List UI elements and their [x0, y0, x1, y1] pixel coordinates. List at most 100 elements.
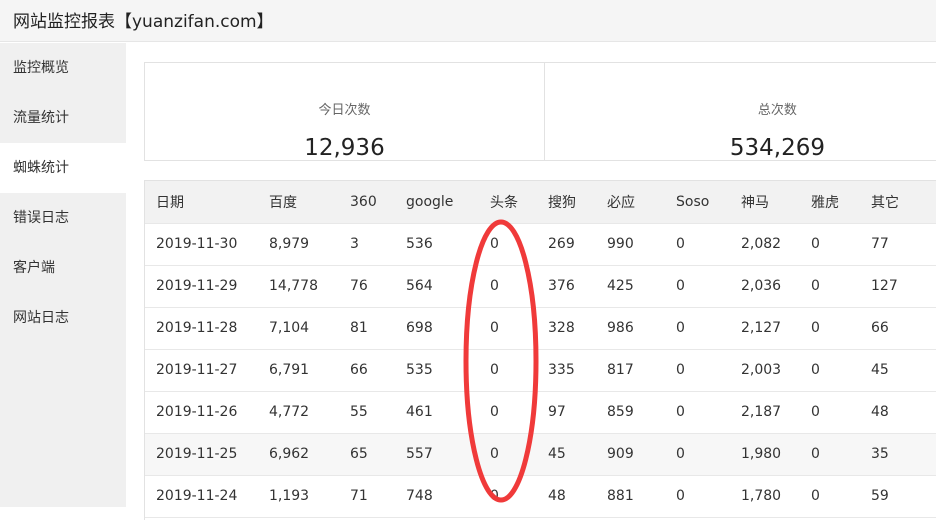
sidebar-item-site-log[interactable]: 网站日志: [0, 293, 126, 343]
table-cell: 0: [676, 391, 741, 434]
table-cell: 77: [871, 223, 936, 266]
stat-total: 总次数 534,269: [543, 63, 936, 161]
table-cell: 3: [350, 223, 406, 266]
table-cell: 461: [406, 391, 490, 434]
sidebar-item-overview[interactable]: 监控概览: [0, 43, 126, 93]
table-cell: 97: [548, 391, 607, 434]
page-title: 网站监控报表【yuanzifan.com】: [13, 12, 274, 32]
table-cell: 6,962: [269, 433, 350, 476]
table-cell: 45: [548, 433, 607, 476]
table-cell: 0: [490, 265, 548, 308]
table-cell: 48: [548, 475, 607, 518]
table-header-row: 日期 百度 360 google 头条 搜狗 必应 Soso 神马 雅虎 其它: [145, 181, 936, 224]
sidebar-item-spider[interactable]: 蜘蛛统计: [0, 143, 126, 193]
stat-today-value: 12,936: [304, 135, 385, 161]
table-cell: 0: [676, 223, 741, 266]
column-header-sogou: 搜狗: [548, 181, 607, 224]
table-cell: 76: [350, 265, 406, 308]
table-cell: 0: [490, 433, 548, 476]
stats-panel: 今日次数 12,936 总次数 534,269: [144, 62, 936, 161]
table-cell: 986: [607, 307, 676, 350]
table-cell: 0: [676, 433, 741, 476]
table-cell: 859: [607, 391, 676, 434]
table-cell: 335: [548, 349, 607, 392]
column-header-date: 日期: [145, 181, 269, 224]
table-cell: 127: [871, 265, 936, 308]
table-cell: 0: [676, 307, 741, 350]
stat-today-label: 今日次数: [318, 103, 371, 118]
sidebar-item-traffic[interactable]: 流量统计: [0, 93, 126, 143]
sidebar-item-label: 错误日志: [13, 210, 69, 226]
sidebar-item-label: 流量统计: [13, 110, 69, 126]
table-cell: 0: [490, 391, 548, 434]
table-row: 2019-11-29 14,778 76 564 0 376 425 0 2,0…: [145, 265, 936, 308]
page-header: 网站监控报表【yuanzifan.com】: [0, 0, 936, 42]
table-cell: 2,003: [741, 349, 811, 392]
table-cell: 2019-11-24: [145, 475, 269, 518]
stat-total-value: 534,269: [729, 135, 825, 161]
table-cell: 2019-11-28: [145, 307, 269, 350]
table-cell: 2019-11-26: [145, 391, 269, 434]
column-header-toutiao: 头条: [490, 181, 548, 224]
table-cell: 0: [811, 223, 871, 266]
table-cell: 45: [871, 349, 936, 392]
table-cell: 0: [676, 475, 741, 518]
table-cell: 535: [406, 349, 490, 392]
sidebar-item-client[interactable]: 客户端: [0, 243, 126, 293]
table-cell: 2,187: [741, 391, 811, 434]
sidebar-item-label: 蜘蛛统计: [13, 160, 69, 176]
table-cell: 269: [548, 223, 607, 266]
column-header-yahoo: 雅虎: [811, 181, 871, 224]
table-cell: 66: [871, 307, 936, 350]
table-cell: 7,104: [269, 307, 350, 350]
table-cell: 6,791: [269, 349, 350, 392]
table-cell: 0: [676, 349, 741, 392]
table-row: 2019-11-24 1,193 71 748 0 48 881 0 1,780…: [145, 475, 936, 518]
stat-today: 今日次数 12,936: [145, 63, 544, 161]
table-cell: 0: [490, 307, 548, 350]
table-cell: 48: [871, 391, 936, 434]
table-cell: 0: [490, 223, 548, 266]
sidebar-item-error-log[interactable]: 错误日志: [0, 193, 126, 243]
table-cell: 536: [406, 223, 490, 266]
table-row: 2019-11-26 4,772 55 461 0 97 859 0 2,187…: [145, 391, 936, 434]
sidebar-item-label: 监控概览: [13, 60, 69, 76]
table-cell: 0: [811, 265, 871, 308]
table-cell: 8,979: [269, 223, 350, 266]
table-row: 2019-11-30 8,979 3 536 0 269 990 0 2,082…: [145, 223, 936, 266]
table-cell: 14,778: [269, 265, 350, 308]
table-cell: 817: [607, 349, 676, 392]
table-cell: 2019-11-30: [145, 223, 269, 266]
table-cell: 2019-11-25: [145, 433, 269, 476]
table-cell: 35: [871, 433, 936, 476]
table-cell: 425: [607, 265, 676, 308]
sidebar-item-label: 客户端: [13, 260, 55, 276]
sidebar-item-label: 网站日志: [13, 310, 69, 326]
column-header-baidu: 百度: [269, 181, 350, 224]
table-row: 2019-11-28 7,104 81 698 0 328 986 0 2,12…: [145, 307, 936, 350]
main-content: 今日次数 12,936 总次数 534,269 日期 百度 360 google…: [126, 43, 936, 520]
table-cell: 55: [350, 391, 406, 434]
table-cell: 0: [490, 475, 548, 518]
table-cell: 748: [406, 475, 490, 518]
table-cell: 328: [548, 307, 607, 350]
table-cell: 0: [811, 307, 871, 350]
column-header-360: 360: [350, 181, 406, 224]
table-cell: 2,127: [741, 307, 811, 350]
table-row: 2019-11-27 6,791 66 535 0 335 817 0 2,00…: [145, 349, 936, 392]
column-header-bing: 必应: [607, 181, 676, 224]
table-row: 2019-11-25 6,962 65 557 0 45 909 0 1,980…: [145, 433, 936, 476]
column-header-other: 其它: [871, 181, 936, 224]
table-cell: 909: [607, 433, 676, 476]
table-cell: 0: [811, 349, 871, 392]
table-cell: 66: [350, 349, 406, 392]
table-cell: 59: [871, 475, 936, 518]
column-header-google: google: [406, 181, 490, 224]
table-cell: 564: [406, 265, 490, 308]
table-cell: 0: [490, 349, 548, 392]
table-cell: 0: [811, 391, 871, 434]
table-cell: 698: [406, 307, 490, 350]
column-header-shenma: 神马: [741, 181, 811, 224]
table-cell: 65: [350, 433, 406, 476]
table-cell: 990: [607, 223, 676, 266]
